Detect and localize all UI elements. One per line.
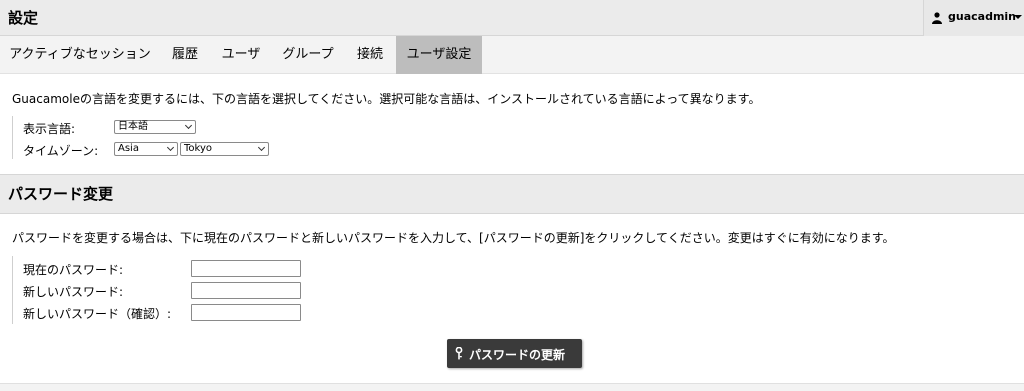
language-select[interactable]: 日本語	[114, 120, 196, 134]
page-title: 設定	[8, 9, 39, 27]
tab-users[interactable]: ユーザ	[210, 36, 272, 74]
tab-groups[interactable]: グループ	[272, 36, 344, 74]
update-password-label: パスワードの更新	[469, 348, 566, 362]
language-label: 表示言語:	[23, 122, 76, 136]
timezone-region-select[interactable]: Asia	[114, 142, 178, 156]
tab-preferences[interactable]: ユーザ設定	[396, 36, 482, 74]
password-fieldset: 現在のパスワード: 新しいパスワード: 新しいパスワード（確認）:	[12, 256, 312, 324]
user-icon	[932, 12, 942, 24]
current-password-input[interactable]	[191, 260, 301, 277]
chevron-down-icon	[184, 121, 193, 130]
key-icon	[455, 347, 463, 360]
password-help-text: パスワードを変更する場合は、下に現在のパスワードと新しいパスワードを入力して、[…	[12, 231, 895, 245]
user-name: guacadmin	[948, 10, 1017, 23]
timezone-city-select[interactable]: Tokyo	[180, 142, 269, 156]
timezone-region-value: Asia	[118, 143, 139, 154]
header-bar: 設定 guacadmin	[0, 0, 1024, 36]
confirm-password-input[interactable]	[191, 304, 301, 321]
new-password-label: 新しいパスワード:	[23, 285, 124, 299]
section-title: パスワード変更	[8, 185, 114, 203]
confirm-password-label: 新しいパスワード（確認）:	[23, 307, 172, 321]
chevron-down-icon	[257, 143, 266, 152]
current-password-label: 現在のパスワード:	[23, 263, 124, 277]
language-help-text: Guacamoleの言語を変更するには、下の言語を選択してください。選択可能な言…	[12, 92, 761, 106]
user-menu[interactable]: guacadmin	[923, 0, 1024, 36]
update-password-button[interactable]: パスワードの更新	[447, 339, 582, 368]
preferences-fieldset: 表示言語: 日本語 タイムゾーン: Asia Tokyo	[12, 116, 312, 159]
settings-tabs: アクティブなセッション 履歴 ユーザ グループ 接続 ユーザ設定	[0, 36, 1024, 74]
tab-history[interactable]: 履歴	[160, 36, 210, 74]
timezone-label: タイムゾーン:	[23, 144, 99, 158]
password-section-header: パスワード変更	[0, 174, 1024, 214]
new-password-input[interactable]	[191, 282, 301, 299]
chevron-down-icon	[166, 143, 175, 152]
tab-active-sessions[interactable]: アクティブなセッション	[0, 36, 160, 74]
footer-divider	[0, 383, 1024, 391]
timezone-city-value: Tokyo	[184, 143, 212, 154]
language-select-value: 日本語	[118, 121, 148, 132]
caret-down-icon	[1014, 15, 1022, 19]
tab-connections[interactable]: 接続	[344, 36, 396, 74]
